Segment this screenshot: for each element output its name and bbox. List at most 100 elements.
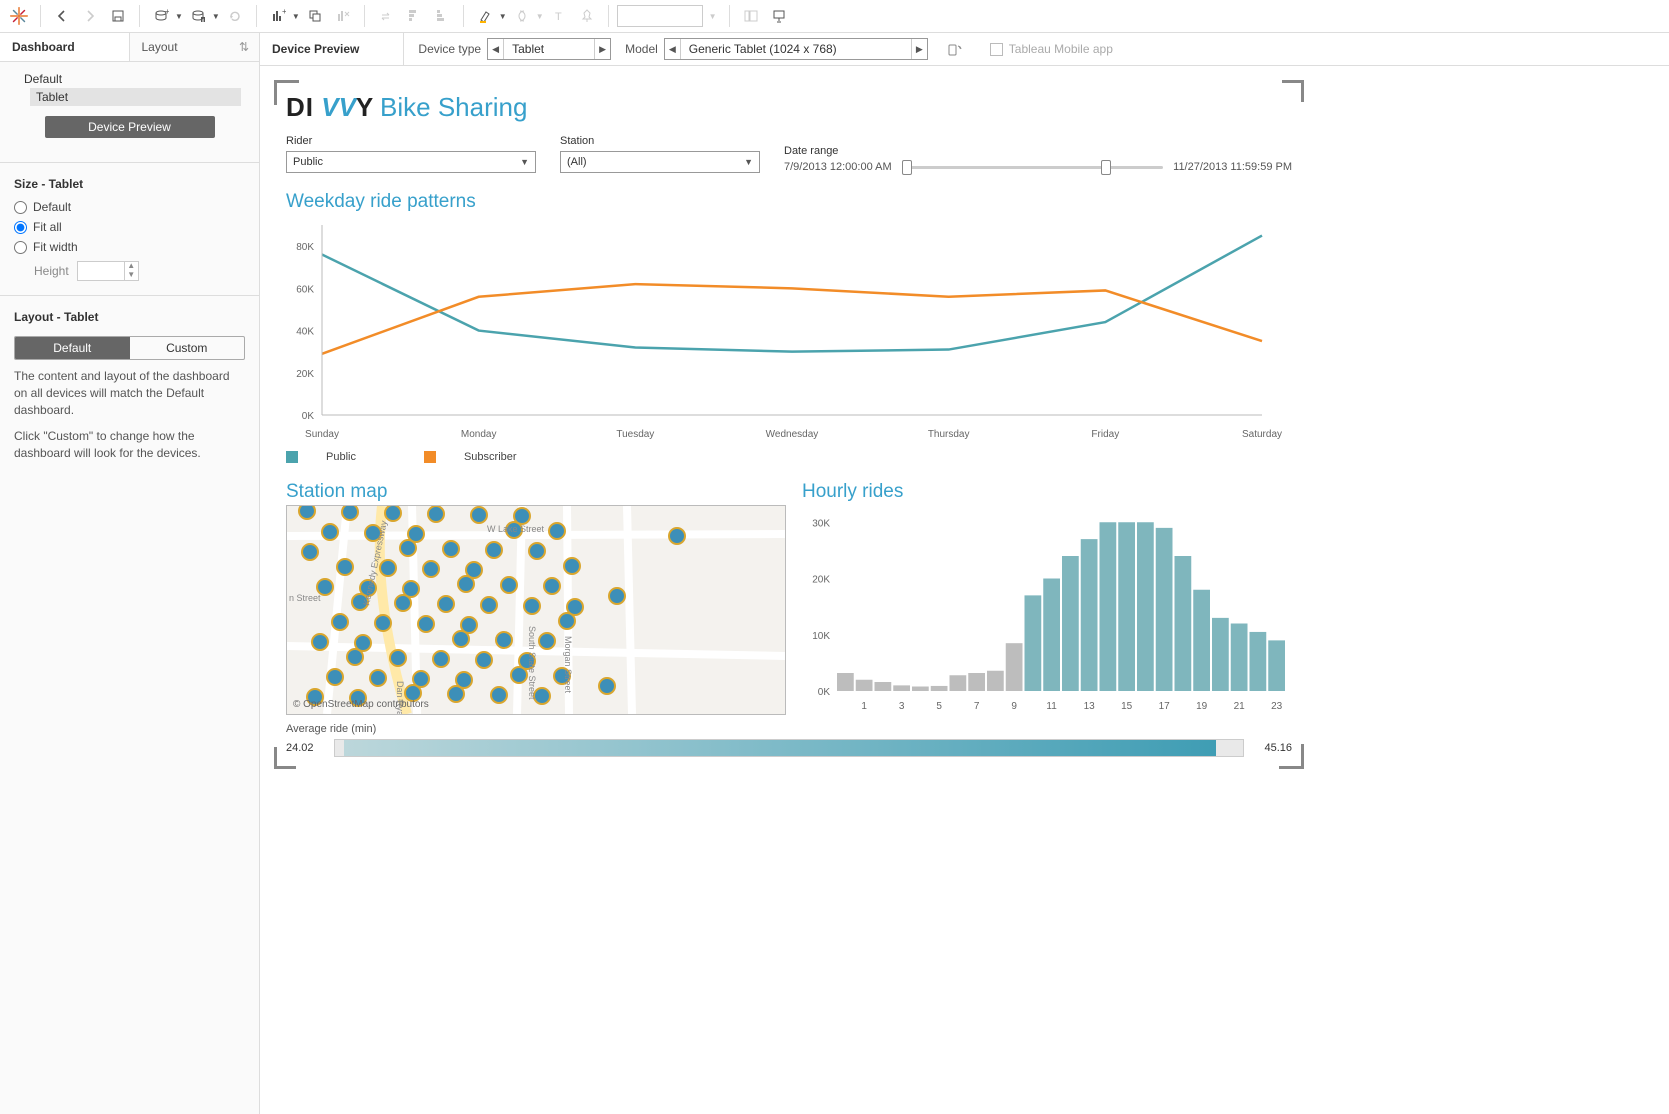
- pin-icon[interactable]: [574, 3, 600, 29]
- legend-swatch-subscriber: [424, 451, 436, 463]
- layout-help-1: The content and layout of the dashboard …: [0, 368, 259, 428]
- svg-text:+: +: [282, 8, 286, 16]
- layout-toggle[interactable]: Default Custom: [14, 336, 245, 360]
- weekday-chart[interactable]: 0K 20K 40K 60K 80K Sunday Monday Tuesday Wednesd…: [282, 215, 1296, 445]
- legend-swatch-public: [286, 451, 298, 463]
- svg-text:0K: 0K: [818, 687, 831, 698]
- sort-desc-icon[interactable]: [429, 3, 455, 29]
- back-icon[interactable]: [49, 3, 75, 29]
- svg-text:Saturday: Saturday: [1242, 429, 1282, 440]
- highlight-button[interactable]: ▼: [472, 3, 507, 29]
- station-map-title: Station map: [286, 473, 786, 505]
- map-credit: © OpenStreetMap contributors: [293, 699, 429, 710]
- device-type-select[interactable]: ◀ Tablet ▶: [487, 38, 611, 60]
- station-map[interactable]: W Lake StreetKennedy ExpresswaySouth Sta…: [286, 505, 786, 715]
- model-select[interactable]: ◀ Generic Tablet (1024 x 768) ▶: [664, 38, 928, 60]
- svg-text:60K: 60K: [296, 284, 314, 295]
- svg-text:11: 11: [1046, 701, 1057, 712]
- pause-autoupdate-button[interactable]: ▼: [185, 3, 220, 29]
- date-end: 11/27/2013 11:59:59 PM: [1173, 161, 1292, 173]
- svg-text:80K: 80K: [296, 242, 314, 253]
- mobile-app-checkbox[interactable]: [990, 43, 1003, 56]
- new-sheet-button[interactable]: +▼: [265, 3, 300, 29]
- svg-text:1: 1: [861, 701, 867, 712]
- device-preview-button[interactable]: Device Preview: [45, 116, 215, 138]
- size-radio-fitwidth[interactable]: Fit width: [0, 237, 259, 257]
- svg-text:Friday: Friday: [1091, 429, 1119, 440]
- legend-label-subscriber: Subscriber: [464, 451, 517, 463]
- swap-icon[interactable]: [373, 3, 399, 29]
- date-slider-handle-end[interactable]: [1101, 160, 1111, 175]
- height-label: Height: [34, 264, 69, 278]
- new-datasource-button[interactable]: +▼: [148, 3, 183, 29]
- layout-section-title: Layout - Tablet: [0, 306, 259, 330]
- device-preview-bar: Device Preview Device type ◀ Tablet ▶ Mo…: [260, 33, 1669, 66]
- station-label: Station: [560, 135, 760, 147]
- svg-text:15: 15: [1121, 701, 1133, 712]
- svg-text:Tuesday: Tuesday: [616, 429, 654, 440]
- svg-text:Wednesday: Wednesday: [766, 429, 819, 440]
- svg-text:South State Street: South State Street: [527, 626, 537, 700]
- left-panel: Dashboard Layout Default Tablet Device P…: [0, 33, 260, 1114]
- tab-layout[interactable]: Layout: [130, 33, 260, 61]
- rider-dropdown[interactable]: Public▼: [286, 151, 536, 173]
- hourly-chart[interactable]: 0K10K20K30K1357911131517192123: [802, 505, 1292, 715]
- tab-dashboard[interactable]: Dashboard: [0, 33, 130, 61]
- svg-text:30K: 30K: [812, 518, 830, 529]
- size-radio-default[interactable]: Default: [0, 197, 259, 217]
- mobile-app-label: Tableau Mobile app: [1009, 42, 1113, 56]
- svg-text:7: 7: [974, 701, 980, 712]
- forward-icon[interactable]: [77, 3, 103, 29]
- device-item-default[interactable]: Default: [18, 70, 241, 88]
- svg-text:21: 21: [1234, 701, 1246, 712]
- svg-text:23: 23: [1271, 701, 1283, 712]
- svg-text:W Lake Street: W Lake Street: [487, 524, 545, 534]
- svg-text:Monday: Monday: [461, 429, 497, 440]
- svg-text:Sunday: Sunday: [305, 429, 339, 440]
- height-input[interactable]: ▲▼: [77, 261, 139, 281]
- date-slider-handle-start[interactable]: [902, 160, 912, 175]
- svg-text:Morgan Street: Morgan Street: [563, 636, 573, 694]
- duplicate-sheet-icon[interactable]: [302, 3, 328, 29]
- svg-text:19: 19: [1196, 701, 1208, 712]
- refresh-icon[interactable]: [222, 3, 248, 29]
- svg-text:3: 3: [899, 701, 905, 712]
- text-label-icon[interactable]: T: [546, 3, 572, 29]
- svg-text:0K: 0K: [302, 411, 315, 422]
- station-dropdown[interactable]: (All)▼: [560, 151, 760, 173]
- rotate-icon[interactable]: [942, 36, 968, 62]
- svg-text:T: T: [555, 11, 562, 23]
- show-cards-icon[interactable]: [738, 3, 764, 29]
- device-type-label: Device type: [418, 42, 481, 56]
- device-frame: DI VVY Bike Sharing Rider Public▼ Statio…: [274, 80, 1304, 769]
- legend-label-public: Public: [326, 451, 356, 463]
- size-radio-fitall[interactable]: Fit all: [0, 217, 259, 237]
- dashboard-title: DI VVY Bike Sharing: [282, 88, 1296, 135]
- svg-text:17: 17: [1159, 701, 1171, 712]
- svg-text:40K: 40K: [296, 327, 314, 338]
- hourly-title: Hourly rides: [802, 473, 1292, 505]
- svg-text:Thursday: Thursday: [928, 429, 970, 440]
- tableau-logo-icon: [6, 3, 32, 29]
- layout-toggle-default[interactable]: Default: [15, 337, 130, 359]
- layout-toggle-custom[interactable]: Custom: [130, 337, 245, 359]
- sort-asc-icon[interactable]: [401, 3, 427, 29]
- avg-ride-label: Average ride (min): [286, 723, 1292, 735]
- save-icon[interactable]: [105, 3, 131, 29]
- svg-text:20K: 20K: [296, 369, 314, 380]
- group-button[interactable]: ▼: [509, 3, 544, 29]
- svg-text:9: 9: [1011, 701, 1017, 712]
- layout-help-2: Click "Custom" to change how the dashboa…: [0, 428, 259, 472]
- weekday-legend: Public Subscriber: [282, 445, 1296, 469]
- svg-text:20K: 20K: [812, 575, 830, 586]
- clear-sheet-icon[interactable]: [330, 3, 356, 29]
- svg-text:n Street: n Street: [289, 593, 321, 603]
- svg-text:10K: 10K: [812, 631, 830, 642]
- presentation-icon[interactable]: [766, 3, 792, 29]
- avg-ride-bar: [334, 739, 1244, 757]
- date-slider[interactable]: [902, 166, 1163, 169]
- weekday-title: Weekday ride patterns: [282, 183, 1296, 215]
- fit-selector[interactable]: [617, 5, 703, 27]
- top-toolbar: +▼ ▼ +▼ ▼ ▼ T ▼: [0, 0, 1669, 33]
- device-item-tablet[interactable]: Tablet: [30, 88, 241, 106]
